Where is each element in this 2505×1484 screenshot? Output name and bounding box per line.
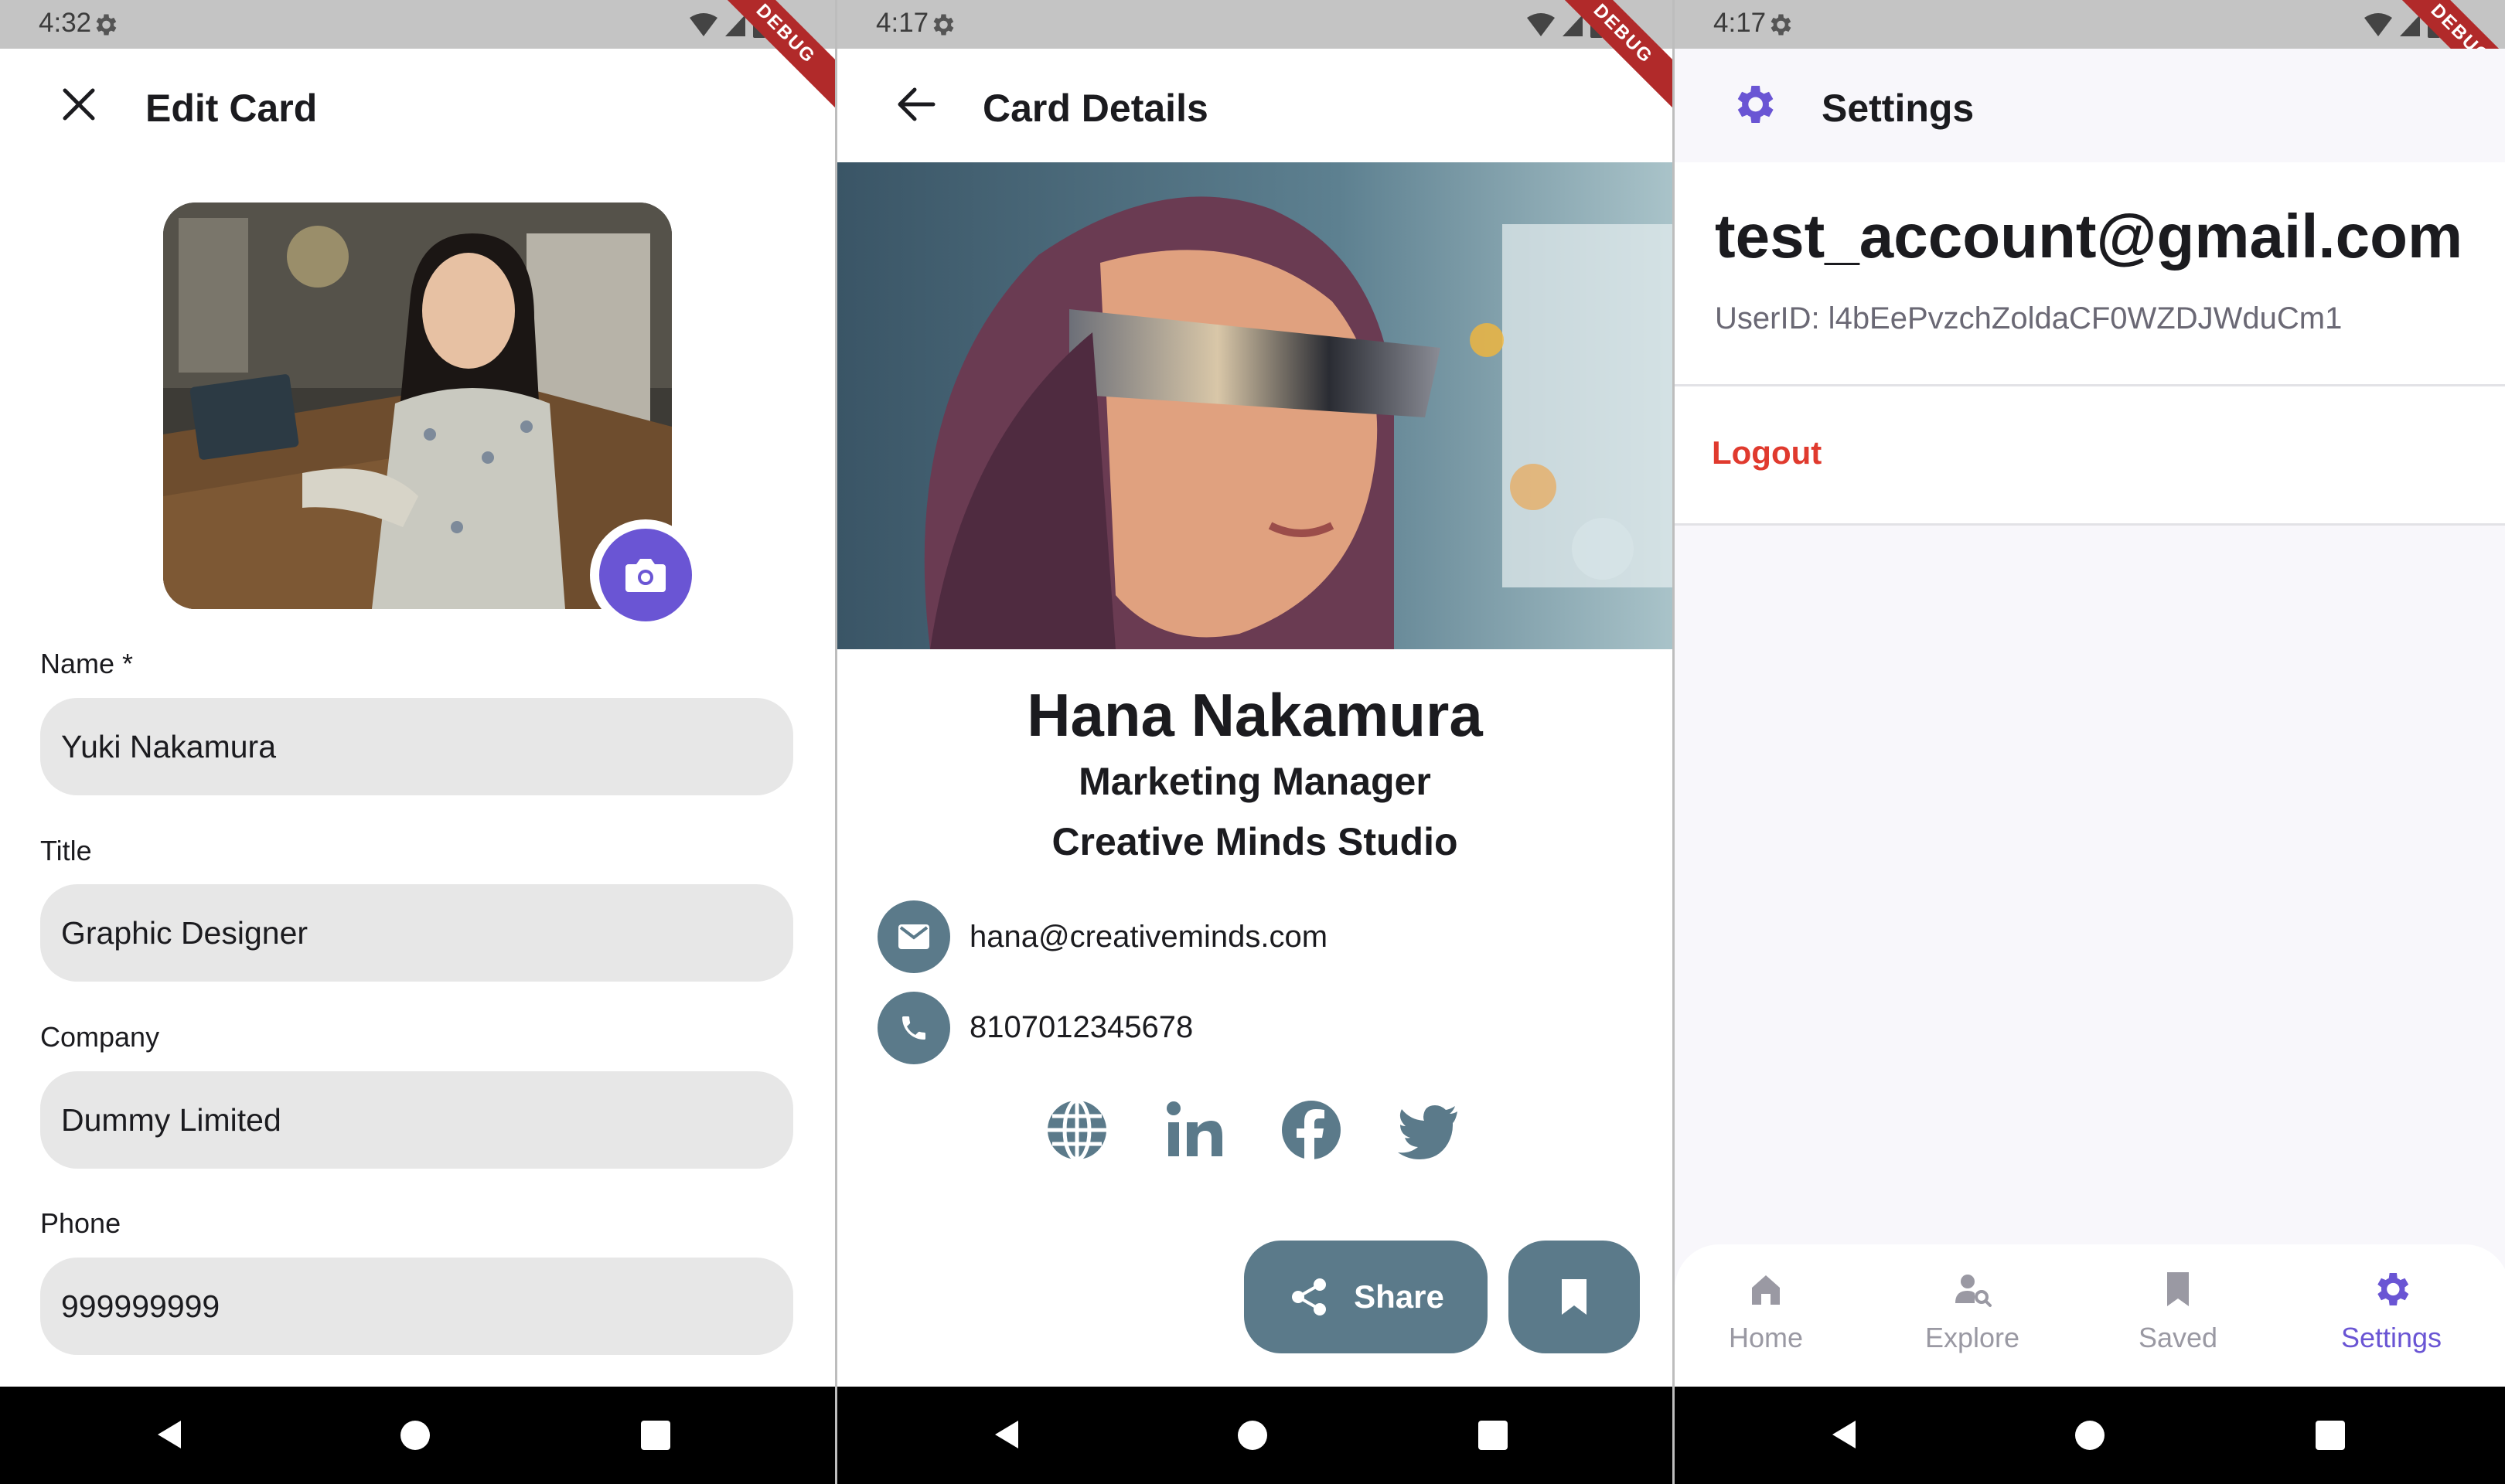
gear-icon [933, 14, 954, 36]
gear-icon [1737, 86, 1774, 123]
account-section: test_account@gmail.com UserID: l4bEePvzc… [1675, 162, 2505, 386]
edit-card-screen: 4:32 DEBUG Edit Card Name * Yuki Nakamur… [0, 0, 835, 1484]
status-bar: 4:17 DEBUG [837, 0, 1672, 117]
phone-icon [902, 1016, 925, 1040]
name-field[interactable]: Yuki Nakamura [40, 698, 793, 795]
linkedin-icon[interactable] [1160, 1096, 1229, 1164]
logout-row[interactable]: Logout [1675, 386, 2505, 526]
bookmark-icon [2167, 1272, 2189, 1306]
nav-item-saved[interactable]: Saved [2101, 1268, 2255, 1376]
status-bar: 4:32 DEBUG [0, 0, 835, 117]
back-triangle-icon[interactable] [155, 1419, 186, 1450]
phone-field[interactable]: 999999999 [40, 1258, 793, 1355]
status-time: 4:17 [1713, 8, 1767, 38]
back-arrow-icon[interactable] [891, 80, 941, 129]
card-name: Hana Nakamura [1027, 681, 1483, 749]
home-circle-button[interactable] [2075, 1421, 2105, 1450]
facebook-icon[interactable] [1277, 1096, 1345, 1164]
system-nav-bar [0, 1387, 835, 1484]
title-field[interactable]: Graphic Designer [40, 884, 793, 982]
gear-icon [96, 14, 117, 36]
nav-label-settings: Settings [2340, 1322, 2442, 1353]
card-company: Creative Minds Studio [1051, 820, 1458, 863]
page-title: Settings [1822, 87, 1975, 130]
card-details-screen: 4:17 DEBUG Card Details Hana Nakamura Ma… [837, 0, 1672, 1484]
change-photo-button[interactable] [590, 519, 701, 631]
close-icon[interactable] [54, 80, 104, 129]
card-phone[interactable]: 8107012345678 [970, 1010, 1193, 1045]
page-title: Edit Card [145, 87, 318, 130]
app-bar: Edit Card [0, 49, 835, 162]
logout-button[interactable]: Logout [1712, 434, 1822, 471]
company-field[interactable]: Dummy Limited [40, 1071, 793, 1169]
home-circle-button[interactable] [1238, 1421, 1267, 1450]
email-icon [898, 924, 929, 949]
name-label: Name * [40, 648, 134, 679]
bookmark-button[interactable] [1508, 1241, 1640, 1353]
gear-icon [1771, 14, 1791, 36]
profile-photo-image [163, 203, 672, 609]
recents-square-button[interactable] [2316, 1421, 2345, 1450]
share-label: Share [1354, 1278, 1444, 1315]
twitter-icon[interactable] [1394, 1096, 1462, 1164]
bottom-nav: Home Explore Saved Settings [1675, 1244, 2505, 1387]
nav-label-explore: Explore [1924, 1322, 2020, 1353]
account-email: test_account@gmail.com [1715, 202, 2463, 271]
app-bar: Card Details [837, 49, 1672, 162]
company-label: Company [40, 1021, 160, 1053]
nav-item-home[interactable]: Home [1689, 1268, 1843, 1376]
share-button[interactable]: Share [1244, 1241, 1488, 1353]
recents-square-button[interactable] [1478, 1421, 1508, 1450]
email-contact-button[interactable] [878, 900, 950, 973]
home-icon [1752, 1275, 1780, 1305]
status-bar: 4:17 DEBUG [1675, 0, 2505, 117]
settings-screen: 4:17 DEBUG Settings test_account@gmail.c… [1675, 0, 2505, 1484]
recents-square-button[interactable] [641, 1421, 670, 1450]
card-job-title: Marketing Manager [1079, 760, 1431, 803]
globe-icon[interactable] [1043, 1096, 1111, 1164]
phone-contact-button[interactable] [878, 992, 950, 1064]
status-time: 4:32 [39, 8, 92, 38]
gear-icon [2377, 1273, 2409, 1305]
card-email[interactable]: hana@creativeminds.com [970, 920, 1327, 955]
home-circle-button[interactable] [400, 1421, 430, 1450]
card-hero-photo [837, 162, 1672, 649]
nav-item-explore[interactable]: Explore [1895, 1268, 2050, 1376]
hero-image [837, 162, 1672, 649]
explore-icon [1955, 1275, 1992, 1307]
profile-photo[interactable] [163, 203, 672, 609]
bookmark-icon [1562, 1279, 1586, 1315]
account-user-id: UserID: l4bEePvzchZoldaCF0WZDJWduCm1 [1715, 301, 2343, 335]
back-triangle-icon[interactable] [1829, 1419, 1860, 1450]
nav-label-home: Home [1728, 1322, 1804, 1353]
nav-label-saved: Saved [2138, 1322, 2218, 1353]
system-nav-bar [837, 1387, 1672, 1484]
share-icon [1292, 1278, 1327, 1316]
app-bar: Settings [1675, 49, 2505, 162]
title-label: Title [40, 835, 92, 866]
nav-item-settings[interactable]: Settings [2314, 1268, 2469, 1376]
phone-label: Phone [40, 1207, 121, 1239]
camera-icon [625, 559, 666, 592]
back-triangle-icon[interactable] [992, 1419, 1023, 1450]
status-time: 4:17 [876, 8, 929, 38]
system-nav-bar [1675, 1387, 2505, 1484]
page-title: Card Details [983, 87, 1208, 130]
